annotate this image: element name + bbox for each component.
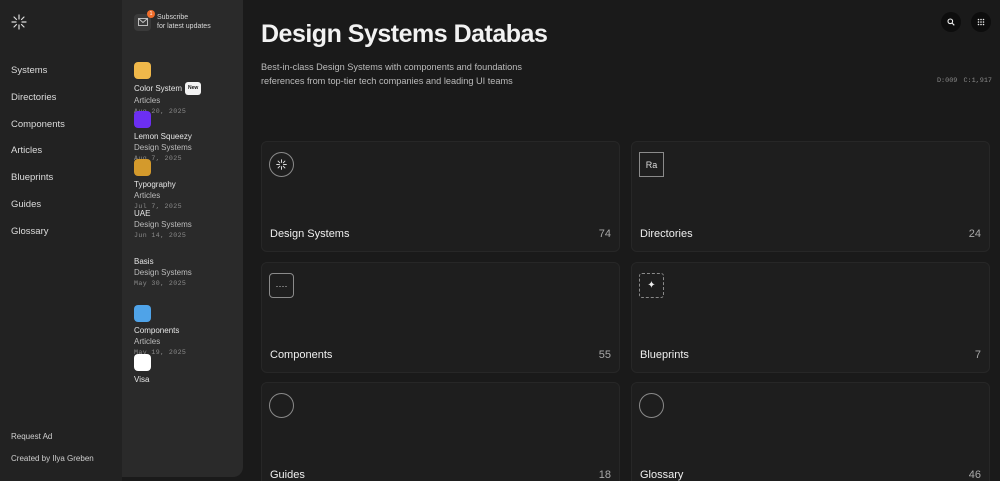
stats-counter: D:009 C:1,917 <box>936 77 992 85</box>
feed-item-title: Visa <box>134 374 150 384</box>
card-label: Glossary <box>640 469 684 481</box>
feed-item-category: Articles <box>134 336 161 346</box>
feed-item-title: Typography <box>134 180 176 190</box>
nav-item-guides[interactable]: Guides <box>11 198 65 225</box>
search-icon <box>947 18 955 26</box>
nav-item-directories[interactable]: Directories <box>11 91 65 118</box>
notification-badge: 1 <box>147 9 155 18</box>
feed-item-category: Design Systems <box>134 219 192 229</box>
feed-item-category: Design Systems <box>134 268 192 278</box>
card-count: 24 <box>968 228 981 240</box>
feed-thumbnail <box>134 62 151 79</box>
grid-icon <box>977 18 985 26</box>
category-card[interactable]: ···· Components 55 <box>261 262 620 373</box>
nav-item-glossary[interactable]: Glossary <box>11 225 65 252</box>
author-link[interactable]: Created by Ilya Greben <box>11 454 94 476</box>
feed-item[interactable]: Components Articles May 19, 2025 <box>134 304 239 356</box>
nav-item-articles[interactable]: Articles <box>11 144 65 171</box>
card-label: Components <box>270 349 333 361</box>
card-count: 74 <box>598 228 611 240</box>
feed-item-title: Components <box>134 325 180 335</box>
subscribe-label: Subscribe <box>157 14 189 21</box>
feed-item-title: Color System <box>134 84 183 93</box>
card-count: 7 <box>974 349 981 361</box>
card-label: Blueprints <box>640 349 689 361</box>
card-count: 55 <box>598 349 611 361</box>
feed-thumbnail <box>134 110 151 128</box>
feed-item[interactable]: Visa <box>134 353 239 403</box>
card-label: Design Systems <box>270 228 350 240</box>
page-title: Design Systems Databas <box>261 20 548 48</box>
star-icon: ✦ <box>639 273 664 298</box>
feed-item-category: Design Systems <box>134 142 192 152</box>
sparkle-icon <box>269 152 294 177</box>
feed-item-title: Basis <box>134 257 154 267</box>
card-label: Guides <box>270 469 305 481</box>
feed-item[interactable]: Lemon Squeezy Design Systems Aug 7, 2025 <box>134 110 239 162</box>
feed-item-category: Articles <box>134 96 161 105</box>
feed-item[interactable]: UAE Design Systems Jun 14, 2025 <box>134 208 239 257</box>
feed-thumbnail <box>134 304 151 322</box>
feed-item-date: Jun 14, 2025 <box>134 231 187 239</box>
feed-item[interactable]: Typography Articles Jul 7, 2025 <box>134 159 239 210</box>
feed-item-title: Lemon Squeezy <box>134 131 192 141</box>
type-icon: Ra <box>639 152 664 177</box>
feed-item-title: UAE <box>134 208 151 218</box>
menu-button[interactable] <box>971 12 991 32</box>
nav-item-components[interactable]: Components <box>11 118 65 145</box>
subscribe-button[interactable]: 1 Subscribe for latest updates <box>134 9 211 31</box>
request-ad-link[interactable]: Request Ad <box>11 432 94 454</box>
category-card[interactable]: ✦ Blueprints 7 <box>631 262 990 373</box>
nav-item-systems[interactable]: Systems <box>11 64 65 91</box>
page-description: Best-in-class Design Systems with compon… <box>261 62 522 86</box>
card-count: 18 <box>598 469 611 481</box>
main-content: Design Systems Databas Best-in-class Des… <box>243 0 1000 481</box>
circle-icon <box>639 393 664 418</box>
card-count: 46 <box>968 469 981 481</box>
feed-item-category: Articles <box>134 191 161 201</box>
category-card[interactable]: Glossary 46 <box>631 382 990 481</box>
feed-thumbnail <box>134 159 151 177</box>
category-card[interactable]: Design Systems 74 <box>261 141 620 252</box>
category-card[interactable]: Ra Directories 24 <box>631 141 990 252</box>
sparkle-logo-icon[interactable] <box>11 14 27 30</box>
updates-feed: 1 Subscribe for latest updates Color Sys… <box>122 0 243 477</box>
circle-icon <box>269 393 294 418</box>
sidebar-nav: Systems Directories Components Articles … <box>0 0 122 481</box>
feed-thumbnail <box>134 353 151 371</box>
nav-item-blueprints[interactable]: Blueprints <box>11 171 65 198</box>
subscribe-sublabel: for latest updates <box>157 23 211 30</box>
search-button[interactable] <box>941 12 961 32</box>
card-label: Directories <box>640 228 693 240</box>
feed-item[interactable]: Color System New Articles Aug 20, 2025 <box>134 62 239 115</box>
dots-icon: ···· <box>269 273 294 298</box>
feed-item-date: May 30, 2025 <box>134 280 187 288</box>
category-card[interactable]: Guides 18 <box>261 382 620 481</box>
mail-icon: 1 <box>134 9 155 31</box>
feed-item[interactable]: Basis Design Systems May 30, 2025 <box>134 256 239 305</box>
new-badge: New <box>185 82 202 95</box>
